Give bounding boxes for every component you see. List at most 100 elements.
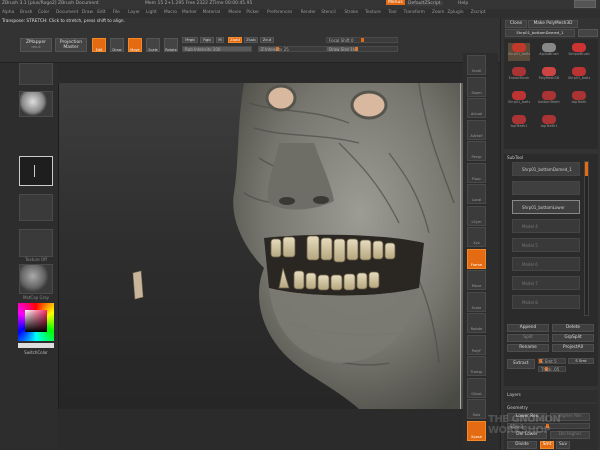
- suv-toggle[interactable]: Suv: [556, 441, 570, 449]
- tool-thumbnail[interactable]: EraserBrush: [508, 67, 530, 85]
- menu-item-brush[interactable]: Brush: [20, 10, 32, 15]
- clone-button[interactable]: Clone: [505, 20, 527, 28]
- project-all-button[interactable]: ProjectAll: [552, 344, 594, 352]
- persp-button[interactable]: Persp: [467, 141, 486, 161]
- move-button[interactable]: Move: [467, 270, 486, 290]
- groups-split-button[interactable]: GrpSplit: [552, 334, 594, 342]
- alpha-slot[interactable]: [19, 194, 53, 221]
- subtool-row[interactable]: Model 6: [512, 257, 580, 271]
- menu-item-edit[interactable]: Edit: [97, 10, 105, 15]
- tool-thumbnail[interactable]: bottomTeeth: [538, 91, 560, 109]
- transp-button[interactable]: Transp: [467, 356, 486, 376]
- solo-button[interactable]: Solo: [467, 399, 486, 419]
- subtool-row[interactable]: Shrp01_bottomLower: [512, 200, 580, 214]
- menu-item-render[interactable]: Render: [301, 10, 316, 15]
- tool-thumbnail[interactable]: Shrp01_bottom: [508, 43, 530, 61]
- menu-item-material[interactable]: Material: [203, 10, 220, 15]
- tool-thumbnail[interactable]: topTeeth1: [508, 115, 530, 133]
- append-button[interactable]: Append: [507, 324, 549, 332]
- menu-item-light[interactable]: Light: [146, 10, 157, 15]
- extract-button[interactable]: Extract: [507, 359, 535, 369]
- menu-item-zplugin[interactable]: Zplugin: [447, 10, 463, 15]
- smooth-toggle[interactable]: Smt: [540, 441, 554, 449]
- split-button[interactable]: Split: [507, 334, 549, 342]
- menu-item-layer[interactable]: Layer: [128, 10, 140, 15]
- menu-item-color[interactable]: Color: [38, 10, 49, 15]
- zmapper-button[interactable]: ZMapper rev-d: [20, 38, 52, 52]
- aahalf-button[interactable]: AAHalf: [467, 119, 486, 140]
- subtool-row[interactable]: Model 4: [512, 219, 580, 233]
- divide-button[interactable]: Divide: [507, 441, 537, 449]
- menu-item-stencil[interactable]: Stencil: [321, 10, 336, 15]
- draw-size-slider[interactable]: Draw Size 102: [326, 46, 398, 52]
- menu-item-transform[interactable]: Transform: [404, 10, 425, 15]
- tool-thumbnail[interactable]: Shrp01_bottom: [568, 67, 590, 85]
- menu-item-picker[interactable]: Picker: [246, 10, 259, 15]
- layers-section[interactable]: Layers: [504, 390, 598, 402]
- delete-button[interactable]: Delete: [552, 324, 594, 332]
- menu-item-alpha[interactable]: Alpha: [2, 10, 14, 15]
- z-intensity-slider[interactable]: Z Intensity 25: [258, 46, 328, 52]
- xyz-button[interactable]: Xyz: [467, 227, 486, 247]
- menu-item-draw[interactable]: Draw: [82, 10, 93, 15]
- actual-button[interactable]: Actual: [467, 98, 486, 118]
- subtool-scroll-thumb[interactable]: [585, 162, 588, 176]
- tool-thumbnail[interactable]: PolyMesh3D: [538, 67, 560, 85]
- make-polymesh-button[interactable]: Make PolyMesh3D: [528, 20, 578, 28]
- e-smooth-slider[interactable]: E Smt 5: [538, 358, 566, 364]
- menu-item-marker[interactable]: Marker: [182, 10, 197, 15]
- thickness-slider[interactable]: Thick .05: [538, 366, 566, 372]
- tool-thumbnail[interactable]: AlphaBrush: [538, 43, 560, 61]
- rotate-button[interactable]: Rotate: [467, 313, 486, 333]
- brush-sphere-icon[interactable]: [19, 91, 53, 117]
- menu-item-stroke[interactable]: Stroke: [344, 10, 358, 15]
- help-button[interactable]: Help: [458, 1, 468, 6]
- subtool-row[interactable]: Model 5: [512, 238, 580, 252]
- rgb-button[interactable]: Rgb: [200, 37, 214, 43]
- menu-item-macro[interactable]: Macro: [164, 10, 177, 15]
- rename-button[interactable]: Rename: [507, 344, 549, 352]
- default-zscript-button[interactable]: DefaultZScript: [406, 1, 443, 6]
- polyf-button[interactable]: PolyF: [467, 334, 486, 355]
- color-picker[interactable]: [18, 303, 54, 341]
- edit-button[interactable]: Edit: [92, 38, 106, 52]
- move-button[interactable]: Move: [128, 38, 142, 52]
- local-button[interactable]: Local: [467, 184, 486, 204]
- scale-button[interactable]: Scale: [467, 291, 486, 312]
- zcut-button[interactable]: Zcut: [260, 37, 274, 43]
- mrgb-button[interactable]: Mrgb: [182, 37, 198, 43]
- frame-button[interactable]: Frame: [467, 248, 486, 269]
- switch-color-label[interactable]: SwitchColor: [19, 350, 53, 355]
- menu-item-tool[interactable]: Tool: [388, 10, 396, 15]
- texture-slot[interactable]: [19, 229, 53, 257]
- lsym-button[interactable]: LSym: [467, 205, 486, 226]
- zsub-button[interactable]: Zsub: [244, 37, 258, 43]
- color-saturation-square[interactable]: [25, 310, 47, 332]
- brush-slot[interactable]: [19, 63, 53, 85]
- menu-item-preferences[interactable]: Preferences: [267, 10, 292, 15]
- zoom-button[interactable]: Zoom: [467, 76, 486, 97]
- subtool-row[interactable]: [512, 181, 580, 195]
- window-controls[interactable]: [574, 0, 596, 8]
- xpose-button[interactable]: Xpose: [467, 420, 486, 441]
- menu-item-zoom[interactable]: Zoom: [432, 10, 444, 15]
- focal-shift-slider[interactable]: Focal Shift 0: [326, 37, 398, 43]
- menus-button[interactable]: Menus: [386, 0, 405, 5]
- draw-button[interactable]: Draw: [110, 38, 124, 52]
- floor-button[interactable]: Floor: [467, 162, 486, 183]
- rotate-button[interactable]: Rotate: [164, 38, 178, 52]
- tool-slider[interactable]: [578, 29, 598, 37]
- tool-thumbnail[interactable]: topTeeth1: [538, 115, 560, 133]
- rgb-intensity-slider[interactable]: Rgb Intensity 100: [182, 46, 252, 52]
- stroke-slot[interactable]: [19, 156, 53, 186]
- subtool-row[interactable]: Model 7: [512, 276, 580, 290]
- material-sphere-icon[interactable]: [19, 264, 53, 294]
- menu-item-texture[interactable]: Texture: [365, 10, 381, 15]
- subtool-scrollbar[interactable]: [584, 161, 589, 316]
- secondary-color-swatch[interactable]: [18, 343, 54, 348]
- menu-item-document[interactable]: Document: [56, 10, 78, 15]
- s-smooth-button[interactable]: S Smt: [568, 358, 594, 364]
- tool-thumbnail[interactable]: Shrp01_bottom: [508, 91, 530, 109]
- scroll-button[interactable]: Scroll: [467, 55, 486, 75]
- tool-thumbnail[interactable]: SimpleBrush: [568, 43, 590, 61]
